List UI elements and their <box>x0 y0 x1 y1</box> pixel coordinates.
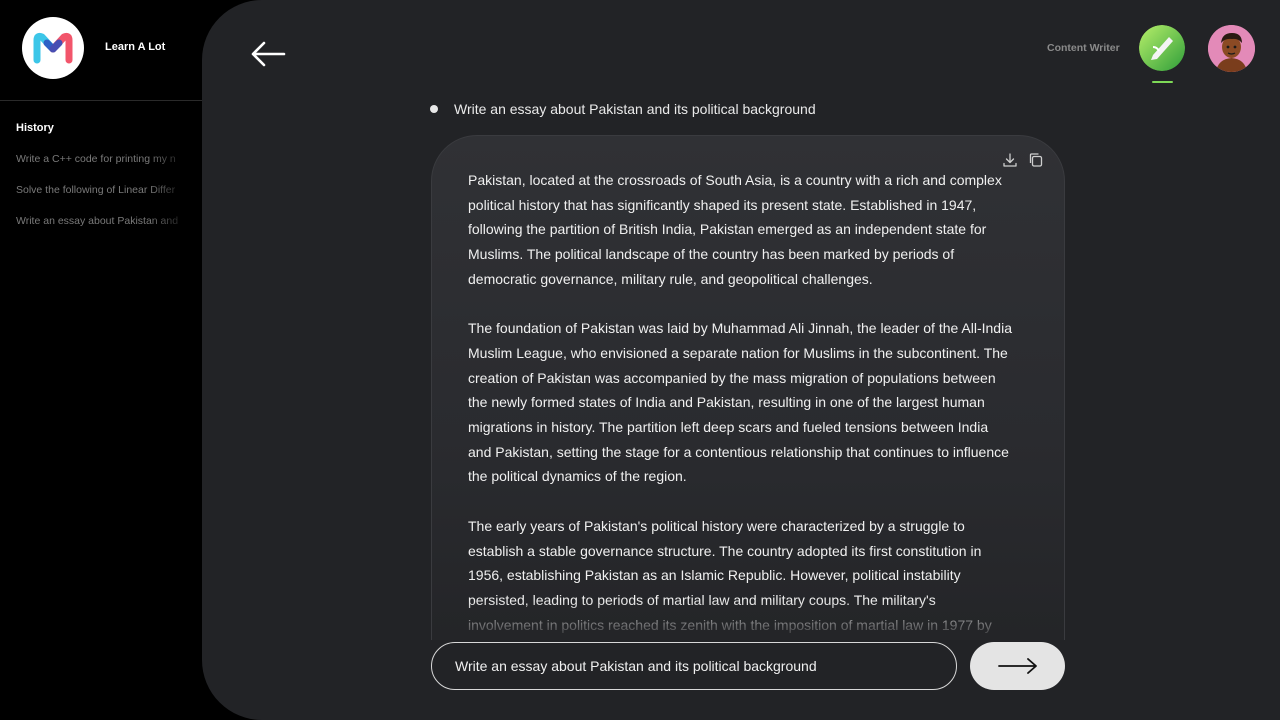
answer-paragraph: Pakistan, located at the crossroads of S… <box>468 172 1002 287</box>
app-logo[interactable] <box>22 17 84 79</box>
chat-input[interactable] <box>455 658 935 674</box>
arrow-left-icon <box>251 41 286 67</box>
chat-input-container[interactable] <box>431 642 957 690</box>
content-writer-avatar[interactable] <box>1139 25 1185 71</box>
send-button[interactable] <box>970 642 1065 690</box>
prompt-text: Write an essay about Pakistan and its po… <box>454 101 816 117</box>
answer-card: Pakistan, located at the crossroads of S… <box>431 135 1065 640</box>
history-title: History <box>16 122 54 134</box>
prompt-bullet <box>430 105 438 113</box>
copy-icon[interactable] <box>1028 152 1044 168</box>
user-avatar[interactable] <box>1208 25 1255 72</box>
sidebar: Learn A Lot History Write a C++ code for… <box>0 0 202 720</box>
answer-actions <box>1002 152 1044 168</box>
arrow-right-icon <box>997 658 1037 674</box>
answer-fade <box>432 600 1064 640</box>
sidebar-divider <box>0 100 202 101</box>
main-panel: Content Writer Write an essay about Paki… <box>202 0 1280 720</box>
answer-paragraph: The foundation of Pakistan was laid by M… <box>468 320 1012 485</box>
history-list: Write a C++ code for printing my n Solve… <box>16 153 192 246</box>
content-writer-icon <box>1139 25 1185 71</box>
role-label: Content Writer <box>1047 42 1120 54</box>
role-active-indicator <box>1152 81 1173 83</box>
user-prompt: Write an essay about Pakistan and its po… <box>430 101 816 117</box>
user-avatar-icon <box>1208 25 1255 72</box>
brand-name: Learn A Lot <box>105 41 166 53</box>
history-item[interactable]: Solve the following of Linear Differ <box>16 184 192 215</box>
learn-a-lot-logo-icon <box>33 32 73 64</box>
back-button[interactable] <box>248 38 288 70</box>
download-icon[interactable] <box>1002 152 1018 168</box>
history-item[interactable]: Write an essay about Pakistan and <box>16 215 192 246</box>
answer-text: Pakistan, located at the crossroads of S… <box>468 168 1013 640</box>
history-item[interactable]: Write a C++ code for printing my n <box>16 153 192 184</box>
